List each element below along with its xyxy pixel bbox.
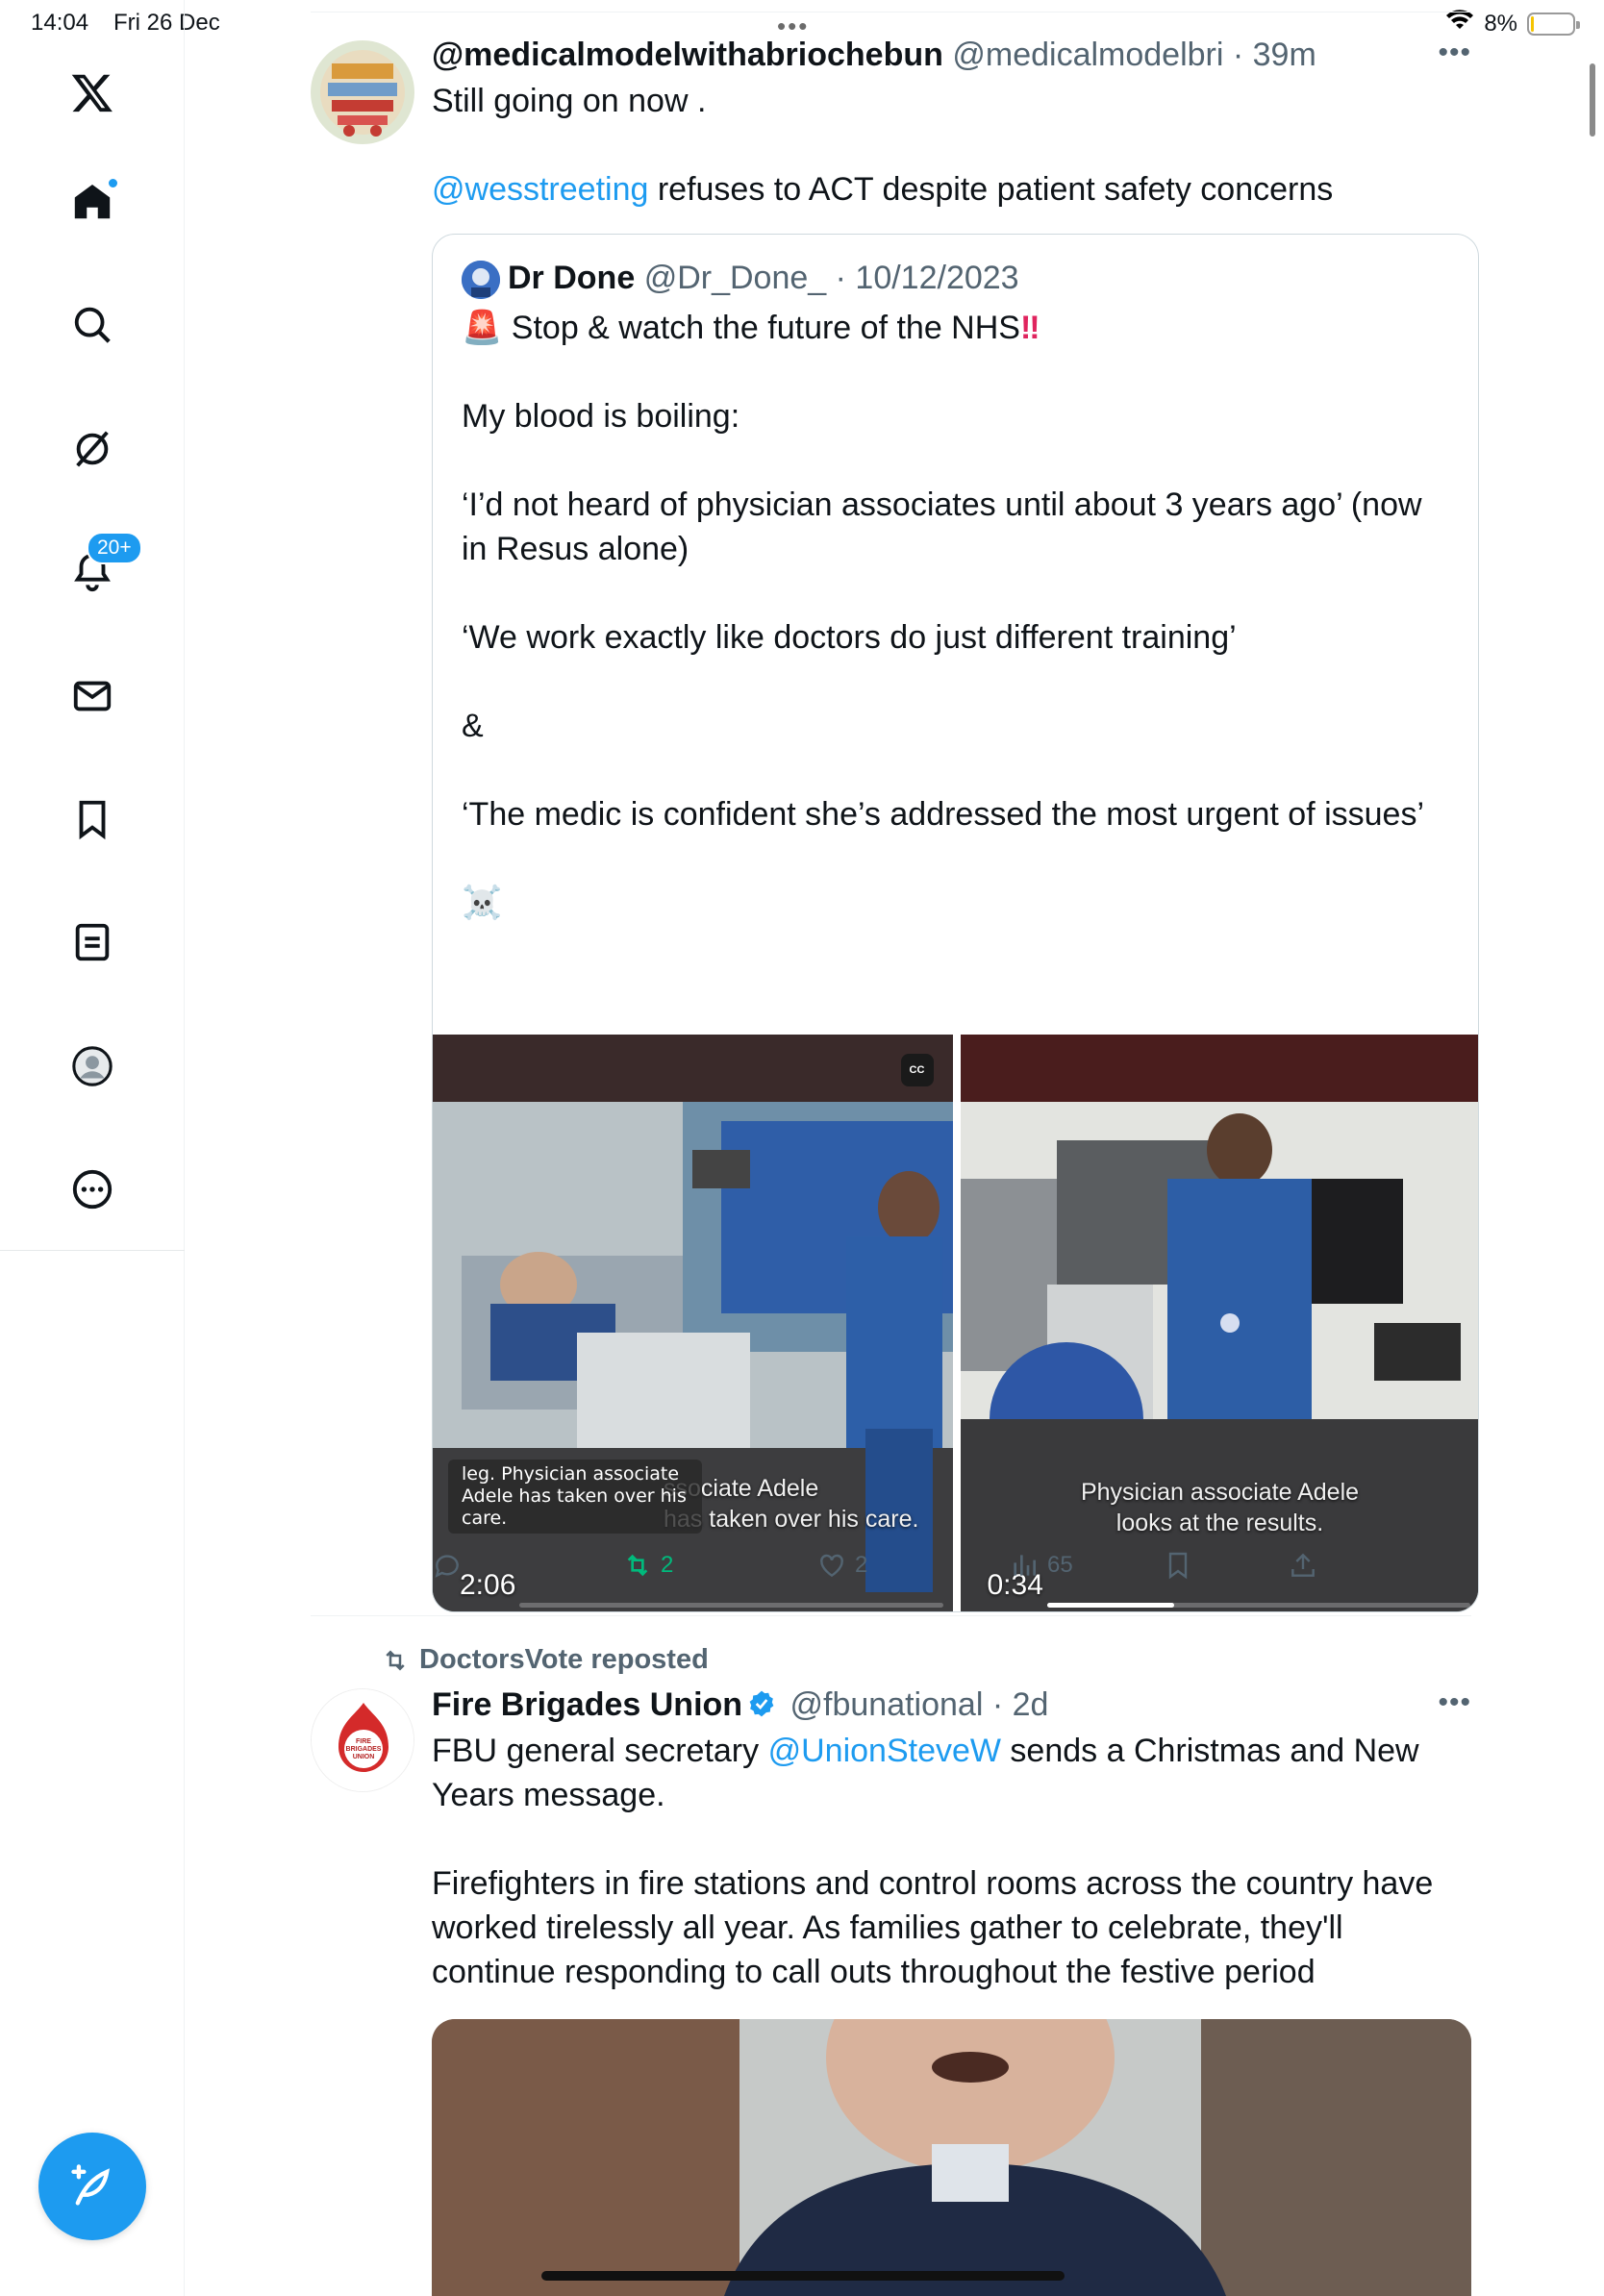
repost-indicator[interactable]: DoctorsVote reposted xyxy=(381,1644,709,1676)
compose-button[interactable] xyxy=(38,2133,146,2240)
more-icon[interactable] xyxy=(63,1160,121,1218)
tweet-header: @medicalmodelwithabriochebun @medicalmod… xyxy=(432,37,1471,79)
tweet-content-2: Fire Brigades Union @fbunational · 2d ••… xyxy=(432,1686,1471,1994)
bookmarks-icon[interactable] xyxy=(63,790,121,848)
quote-display-name[interactable]: Dr Done xyxy=(508,260,635,296)
burned-subtitle-2-line1: Physician associate Adele xyxy=(1080,1479,1360,1506)
video-progress-2[interactable] xyxy=(1046,1603,1470,1608)
x-logo-icon[interactable] xyxy=(63,63,121,121)
bookmark-button[interactable] xyxy=(1163,1550,1193,1581)
messages-icon[interactable] xyxy=(63,667,121,725)
tweet-separator xyxy=(311,1615,1471,1616)
quote-header: Dr Done @Dr_Done_ · 10/12/2023 xyxy=(462,260,1449,302)
retweet-count: 2 xyxy=(661,1552,674,1578)
svg-text:FIRE: FIRE xyxy=(356,1738,371,1745)
display-name-2[interactable]: Fire Brigades Union xyxy=(432,1686,742,1723)
like-button[interactable]: 2 xyxy=(816,1550,867,1581)
sidebar-divider xyxy=(0,1250,185,1251)
search-icon[interactable] xyxy=(63,296,121,354)
profile-icon[interactable] xyxy=(63,1037,121,1095)
video-thumbnail-fbu xyxy=(432,2019,1471,2296)
mention-link[interactable]: @wesstreeting xyxy=(432,171,648,208)
reply-icon xyxy=(435,1555,459,1578)
notifications-icon[interactable]: 20+ xyxy=(63,532,142,601)
heart-icon xyxy=(820,1554,843,1578)
quote-avatar[interactable] xyxy=(462,261,500,300)
reply-button[interactable] xyxy=(432,1550,470,1581)
quote-text: My blood is boiling: ‘I’d not heard of p… xyxy=(462,398,1425,921)
burned-subtitle-1: ssociate Adele has taken over his care. xyxy=(664,1473,933,1535)
timestamp[interactable]: · 39m xyxy=(1233,37,1316,73)
tweet2-video[interactable] xyxy=(432,2019,1471,2296)
grok-icon[interactable] xyxy=(63,420,121,478)
handle-2[interactable]: @fbunational xyxy=(790,1686,984,1723)
tweet-line1: Still going on now . xyxy=(432,83,707,119)
svg-text:UNION: UNION xyxy=(353,1754,375,1760)
bookmark-icon xyxy=(1168,1552,1188,1580)
avatar-medicalmodel[interactable] xyxy=(311,40,414,144)
burned-subtitle-1-line1: ssociate Adele xyxy=(664,1475,819,1502)
sidebar-nav: 20+ xyxy=(0,0,185,2296)
notifications-badge: 20+ xyxy=(87,532,142,564)
tweet-content: @medicalmodelwithabriochebun @medicalmod… xyxy=(432,37,1471,212)
home-icon[interactable] xyxy=(63,173,121,231)
lists-icon[interactable] xyxy=(63,913,121,971)
views-chart-icon xyxy=(1014,1555,1036,1576)
siren-emoji: 🚨 xyxy=(462,310,503,346)
compose-feather-icon xyxy=(71,2164,110,2206)
more-options-icon[interactable]: ••• xyxy=(1438,37,1471,69)
tweet-actions: 2 2 65 xyxy=(432,1550,1355,1588)
tweet-line2: refuses to ACT despite patient safety co… xyxy=(648,171,1334,208)
double-exclamation-emoji: ‼ xyxy=(1019,310,1040,346)
tweet-header-2: Fire Brigades Union @fbunational · 2d xyxy=(432,1686,1471,1729)
share-button[interactable] xyxy=(1288,1550,1318,1581)
display-name[interactable]: @medicalmodelwithabriochebun xyxy=(432,37,943,73)
retweet-icon xyxy=(627,1554,648,1577)
verified-badge-icon xyxy=(749,1690,774,1717)
video-player-2[interactable]: Physician associate Adele looks at the r… xyxy=(960,1035,1479,1611)
avatar-fbu[interactable]: FIRE BRIGADES UNION xyxy=(311,1688,414,1792)
burned-subtitle-1-line2: has taken over his care. xyxy=(664,1506,919,1533)
repost-by-label: DoctorsVote reposted xyxy=(419,1644,709,1675)
views-count: 65 xyxy=(1047,1552,1073,1578)
quote-handle[interactable]: @Dr_Done_ xyxy=(644,260,827,296)
like-count: 2 xyxy=(855,1552,868,1578)
tweet2-prefix: FBU general secretary xyxy=(432,1733,768,1769)
retweet-small-icon xyxy=(386,1649,405,1671)
video-player-1[interactable]: CC ssociate Adele has taken over his car… xyxy=(433,1035,953,1611)
timeline[interactable]: @medicalmodelwithabriochebun @medicalmod… xyxy=(186,0,1604,2296)
quote-media-row: CC ssociate Adele has taken over his car… xyxy=(433,1035,1479,1611)
scrollbar-thumb[interactable] xyxy=(1590,63,1595,137)
quoted-tweet[interactable]: Dr Done @Dr_Done_ · 10/12/2023 🚨 Stop & … xyxy=(432,234,1479,1612)
more-options-icon-2[interactable]: ••• xyxy=(1438,1686,1471,1719)
burned-subtitle-2-line2: looks at the results. xyxy=(1115,1510,1324,1536)
quote-first-line: Stop & watch the future of the NHS xyxy=(502,310,1020,346)
handle[interactable]: @medicalmodelbri xyxy=(952,37,1223,73)
quote-date[interactable]: · 10/12/2023 xyxy=(836,260,1019,296)
burned-subtitle-2: Physician associate Adele looks at the r… xyxy=(961,1477,1479,1538)
captions-icon[interactable]: CC xyxy=(900,1054,934,1086)
mention-link-2[interactable]: @UnionSteveW xyxy=(768,1733,1001,1769)
home-indicator[interactable] xyxy=(541,2271,1065,2281)
share-icon xyxy=(1291,1553,1315,1577)
timestamp-2[interactable]: · 2d xyxy=(992,1686,1049,1723)
video-progress-1[interactable] xyxy=(519,1603,943,1608)
quote-text-line1: 🚨 Stop & watch the future of the NHS‼ xyxy=(462,306,1449,350)
svg-text:BRIGADES: BRIGADES xyxy=(346,1746,382,1753)
retweet-button[interactable]: 2 xyxy=(622,1550,673,1581)
home-unread-dot xyxy=(107,177,119,189)
tweet-text-2: FBU general secretary @UnionSteveW sends… xyxy=(432,1729,1471,1994)
tweet-text: Still going on now . @wesstreeting refus… xyxy=(432,79,1471,212)
views-button[interactable]: 65 xyxy=(1009,1550,1073,1581)
tweet2-para2: Firefighters in fire stations and contro… xyxy=(432,1865,1442,1990)
closed-caption-box: leg. Physician associate Adele has taken… xyxy=(448,1460,702,1534)
